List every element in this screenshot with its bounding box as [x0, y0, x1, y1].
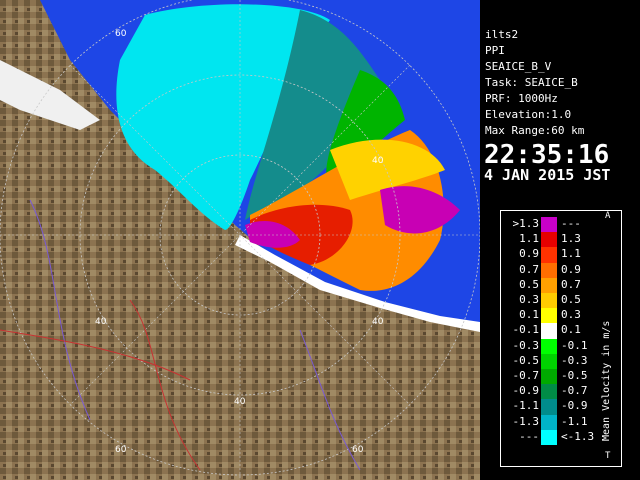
task-name: Task: SEAICE_B	[485, 76, 578, 89]
scan-mode: PPI	[485, 44, 505, 57]
elevation-value: Elevation:1.0	[485, 108, 572, 121]
legend-color-swatch	[541, 338, 557, 354]
legend-max-label: 0.5	[561, 293, 581, 306]
legend-color-swatch	[541, 414, 557, 430]
ring-label: 40	[372, 156, 384, 166]
legend-color-swatch	[541, 384, 557, 400]
legend-max-label: 0.3	[561, 308, 581, 322]
ring-label: 60	[115, 445, 127, 455]
legend-min-label: -0.5	[512, 353, 540, 367]
legend-color-swatch	[541, 293, 557, 309]
station-name: ilts2	[485, 28, 519, 41]
scan-date: 4 JAN 2015 JST	[484, 166, 611, 184]
legend-max-label: -0.9	[561, 399, 588, 413]
legend-max-label: -0.7	[561, 384, 588, 398]
legend-color-swatch	[541, 323, 557, 339]
ring-label: 40	[234, 397, 246, 407]
legend-max-label: -0.1	[561, 338, 588, 352]
radar-ppi-map[interactable]: 60 40 40 40 40 60 60	[0, 0, 480, 480]
legend-max-label: 1.3	[561, 232, 581, 246]
legend-color-swatch	[541, 262, 557, 278]
legend-min-label: -1.3	[512, 414, 540, 428]
ring-label: 40	[95, 317, 107, 327]
legend-min-label: ---	[519, 429, 539, 443]
velocity-legend: >1.3 --- 1.1 1.3 0.9 1.1 0.7 0.9 0.5 0.7 0.3 0.5 0.1…	[500, 210, 622, 467]
legend-min-label: 0.7	[519, 262, 539, 276]
legend-max-label: 0.9	[561, 262, 581, 276]
legend-max-label: -0.3	[561, 353, 588, 367]
legend-min-label: 0.3	[519, 293, 539, 306]
legend-min-label: 1.1	[519, 232, 539, 246]
legend-max-label: -1.1	[561, 414, 588, 428]
legend-corner-top: A	[605, 211, 611, 221]
legend-min-label: 0.5	[519, 277, 539, 291]
legend-max-label: 1.1	[561, 247, 581, 261]
legend-color-swatch	[541, 353, 557, 369]
legend-max-label: <-1.3	[561, 429, 595, 443]
legend-min-label: >1.3	[512, 217, 540, 230]
legend-color-swatch	[541, 247, 557, 263]
legend-min-label: 0.1	[519, 308, 539, 322]
legend-color-swatch	[541, 232, 557, 248]
legend-max-label: 0.1	[561, 323, 581, 337]
product-name: SEAICE_B_V	[485, 60, 552, 73]
legend-max-label: 0.7	[561, 277, 581, 291]
legend-min-label: -0.7	[512, 369, 540, 382]
ring-label: 60	[115, 29, 127, 39]
legend-color-swatch	[541, 217, 557, 233]
prf-value: PRF: 1000Hz	[485, 92, 558, 105]
legend-min-label: -0.3	[512, 338, 540, 352]
legend-color-swatch	[541, 399, 557, 415]
legend-max-label: ---	[561, 217, 581, 230]
legend-title-text: Mean Velocity in m/s	[601, 320, 612, 441]
ring-label: 60	[352, 445, 364, 455]
legend-min-label: -0.9	[512, 384, 540, 398]
legend-color-swatch	[541, 308, 557, 324]
legend-color-swatch	[541, 277, 557, 293]
legend-min-label: 0.9	[519, 247, 539, 261]
legend-max-label: -0.5	[561, 369, 588, 382]
ring-label: 40	[372, 317, 384, 327]
legend-corner-bottom: T	[605, 451, 611, 461]
legend-color-swatch	[541, 369, 557, 385]
max-range: Max Range:60 km	[485, 124, 585, 137]
legend-title: Mean Velocity in m/s	[601, 251, 615, 441]
legend-min-label: -0.1	[512, 323, 540, 337]
legend-color-swatch	[541, 429, 557, 445]
legend-min-label: -1.1	[512, 399, 540, 413]
